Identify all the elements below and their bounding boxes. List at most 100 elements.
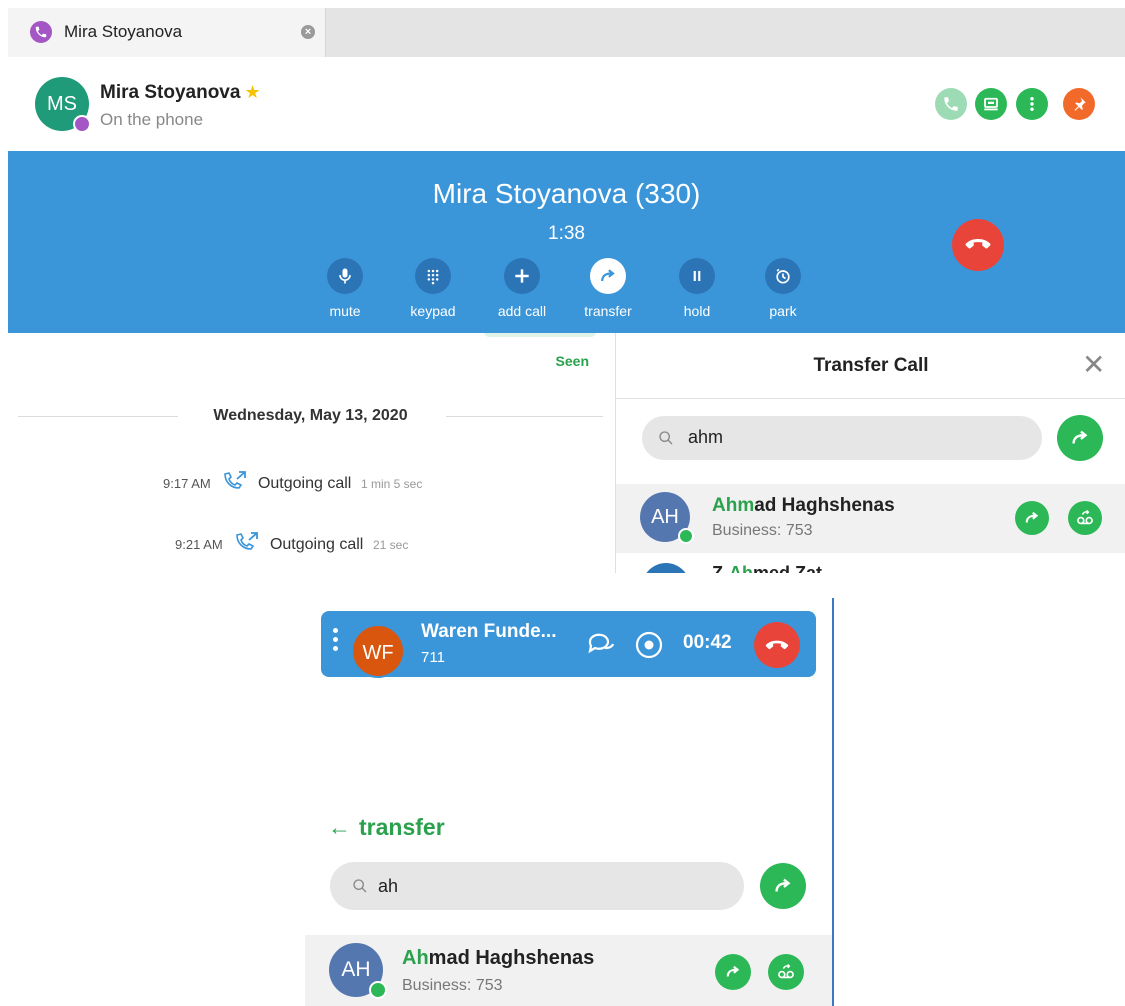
online-status-icon (678, 528, 694, 544)
add-call-control[interactable]: add call (482, 258, 562, 319)
avatar (642, 563, 690, 573)
divider (616, 398, 1125, 399)
list-item[interactable]: AH Ahmad Haghshenas Business: 753 (305, 935, 832, 1006)
phone-icon (30, 21, 52, 43)
park-control[interactable]: park (743, 258, 823, 319)
message-bubble (484, 333, 596, 337)
contact-name: Ahmad Haghshenas (402, 947, 594, 970)
tab-mira-stoyanova[interactable]: Mira Stoyanova × (8, 8, 326, 57)
close-icon[interactable]: ✕ (1082, 351, 1105, 379)
name-match: Ahm (712, 495, 755, 516)
avatar-initials: WF (362, 642, 394, 664)
transfer-button[interactable] (590, 258, 626, 294)
transfer-call-panel: Transfer Call ✕ ahm AH Ahmad Haghshenas … (615, 333, 1125, 573)
record-icon[interactable] (634, 630, 664, 660)
contact-name: Ahmad Haghshenas (712, 495, 895, 517)
contact-name[interactable]: Z-Ahmed Zat (712, 563, 822, 573)
outgoing-call-icon (236, 532, 259, 550)
call-log-time: 9:17 AM (163, 476, 211, 491)
contact-extension: Business: 753 (402, 977, 503, 994)
avatar-initials: MS (47, 93, 77, 115)
keypad-label: keypad (410, 303, 456, 319)
screen-share-icon (984, 97, 998, 111)
search-query[interactable]: ahm (688, 427, 723, 448)
call-button[interactable] (935, 88, 967, 120)
search-input[interactable]: ah (330, 862, 744, 910)
list-item[interactable]: AH Ahmad Haghshenas Business: 753 (616, 484, 1125, 553)
chat-icon[interactable] (585, 630, 617, 658)
active-call-bar: Mira Stoyanova (330) 1:38 mute keypad ad… (8, 151, 1125, 333)
voicemail-transfer-button[interactable] (1068, 501, 1102, 535)
mute-button[interactable] (327, 258, 363, 294)
voicemail-transfer-button[interactable] (768, 954, 804, 990)
blind-transfer-button[interactable] (1015, 501, 1049, 535)
avatar: WF (351, 624, 405, 678)
transfer-arrow-icon (1025, 511, 1039, 523)
call-log-time: 9:21 AM (175, 537, 223, 552)
transfer-go-button[interactable] (760, 863, 806, 909)
transfer-control[interactable]: transfer (568, 258, 648, 319)
avatar: AH (640, 492, 694, 544)
transfer-arrow-icon (601, 269, 615, 282)
avatar-initials: AH (341, 958, 371, 981)
keypad-control[interactable]: keypad (393, 258, 473, 319)
hang-up-button[interactable] (952, 219, 1004, 271)
more-vertical-icon (1030, 97, 1034, 111)
search-icon (659, 431, 673, 445)
more-options-button[interactable] (1016, 88, 1048, 120)
contact-status: On the phone (100, 110, 204, 129)
park-label: park (769, 303, 797, 319)
date-label: Wednesday, May 13, 2020 (213, 407, 408, 424)
call-icon (944, 97, 958, 111)
transfer-arrow-icon (775, 878, 791, 892)
call-log-duration: 21 sec (372, 538, 409, 552)
mini-call-bar: WF Waren Funde... 711 00:42 (321, 611, 816, 678)
contact-name-text: Mira Stoyanova (100, 82, 241, 103)
close-tab-icon[interactable]: × (301, 25, 315, 39)
favorite-star-icon[interactable]: ★ (244, 82, 260, 102)
hang-up-icon (965, 239, 991, 249)
contact-header: MS Mira Stoyanova ★ On the phone (0, 57, 1125, 151)
call-log-kind: Outgoing call (257, 475, 352, 492)
tab-title: Mira Stoyanova (64, 22, 183, 41)
park-button[interactable] (765, 258, 801, 294)
panel-title: Transfer Call (813, 355, 929, 376)
search-input[interactable]: ahm (642, 416, 1042, 460)
name-rest: mad Haghshenas (428, 947, 595, 969)
date-separator: Wednesday, May 13, 2020 (18, 407, 603, 427)
call-log-item: 9:21 AM Outgoing call 21 sec (175, 531, 408, 554)
keypad-icon (427, 269, 439, 285)
drag-handle-icon[interactable] (333, 628, 339, 655)
pin-icon (1074, 97, 1086, 111)
on-call-status-icon (73, 115, 91, 133)
keypad-button[interactable] (415, 258, 451, 294)
hang-up-button[interactable] (754, 622, 800, 668)
screen-share-button[interactable] (975, 88, 1007, 120)
hold-control[interactable]: hold (657, 258, 737, 319)
park-clock-icon (776, 268, 790, 284)
mute-control[interactable]: mute (305, 258, 385, 319)
transfer-label: transfer (584, 303, 632, 319)
mute-label: mute (329, 303, 361, 319)
microphone-icon (339, 268, 351, 284)
hold-button[interactable] (679, 258, 715, 294)
back-arrow-icon[interactable]: ← (328, 814, 351, 840)
name-match: Ah (729, 563, 753, 573)
hang-up-icon (765, 640, 789, 650)
transfer-go-button[interactable] (1057, 415, 1103, 461)
name-match: Ah (402, 947, 429, 969)
hold-label: hold (683, 303, 711, 319)
name-prefix: Z- (712, 563, 729, 573)
transfer-header: ← transfer (328, 814, 445, 841)
pause-icon (693, 271, 701, 281)
pin-button[interactable] (1063, 88, 1095, 120)
voicemail-transfer-icon (778, 963, 794, 979)
seen-receipt: Seen (555, 353, 589, 369)
avatar: AH (329, 943, 387, 999)
search-query[interactable]: ah (378, 876, 398, 897)
search-icon (353, 879, 367, 893)
add-call-button[interactable] (504, 258, 540, 294)
contact-name: Mira Stoyanova ★ (100, 82, 261, 104)
tab-bar: Mira Stoyanova × (8, 8, 1125, 57)
blind-transfer-button[interactable] (715, 954, 751, 990)
